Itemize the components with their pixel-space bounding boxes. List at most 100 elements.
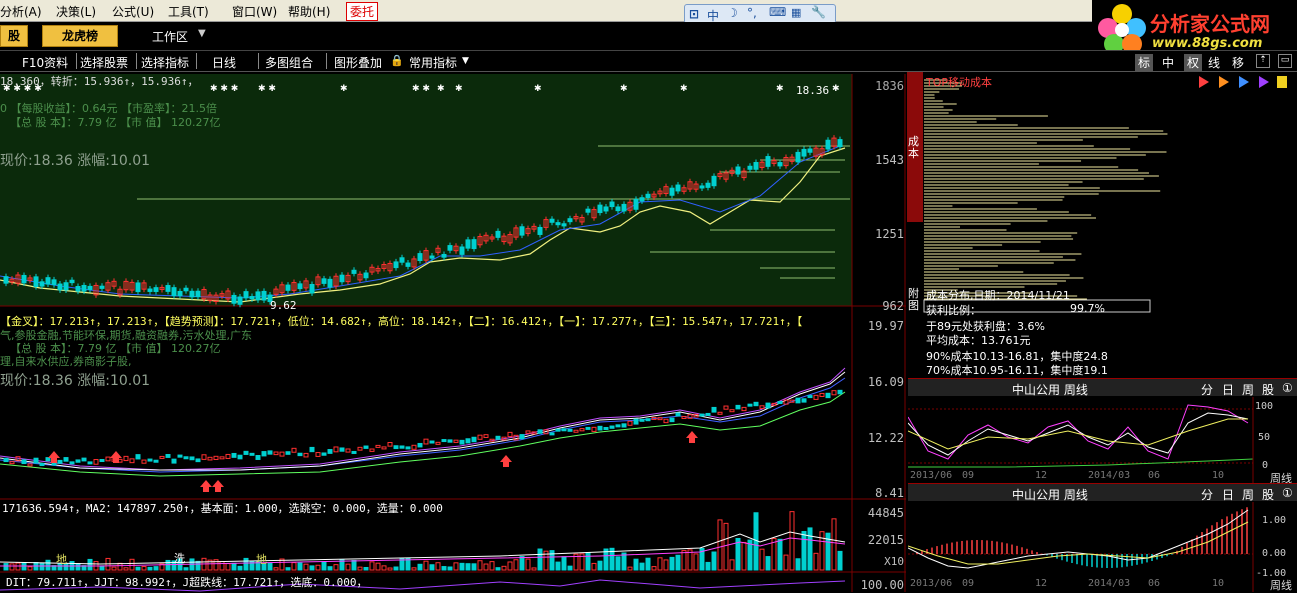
menu-item-help[interactable]: 帮助(H) (288, 3, 330, 20)
svg-text:✱: ✱ (620, 84, 628, 94)
weekly1-x-label-5: 10 (1212, 470, 1225, 481)
punctuation-icon[interactable]: °, (747, 6, 757, 20)
axis-label-8.41: 8.41 (875, 486, 904, 500)
lock-icon[interactable]: 🔒 (390, 54, 404, 67)
weekly2-tab-info[interactable]: ① (1282, 486, 1293, 500)
menu-item-tools[interactable]: 工具(T) (168, 3, 209, 20)
axis-label-1543: 1543 (875, 153, 904, 167)
moon-icon[interactable]: ☽ (727, 6, 738, 20)
profit-ratio-value: 99.7% (1070, 302, 1105, 315)
f10-button[interactable]: F10资料 (22, 54, 68, 71)
menu-item-window[interactable]: 窗口(W) (232, 3, 277, 20)
weekly2-axis-0: 0.00 (1262, 548, 1287, 559)
profit-ratio-label: 获利比例： (926, 304, 981, 317)
weekly2-x-label-5: 10 (1212, 578, 1225, 589)
weekly2-tab-week[interactable]: 周 (1242, 486, 1254, 503)
svg-text:✱: ✱ (776, 84, 784, 94)
weekly1-x-label-0: 2013/06 (910, 470, 953, 481)
indicator-dropdown-icon[interactable]: ▼ (462, 56, 469, 66)
tab-mark[interactable]: 标 (1135, 54, 1154, 71)
svg-text:✱: ✱ (455, 84, 463, 94)
tab-rights[interactable]: 权 (1184, 54, 1203, 71)
stock-button[interactable]: 股 (0, 25, 28, 47)
weekly1-tab-min[interactable]: 分 (1201, 381, 1213, 398)
daily-period-button[interactable]: 日线 (212, 54, 236, 71)
chart-toolbar: F10资料 选择股票 选择指标 日线 多图组合 图形叠加 🔒 常用指标 ▼ 标 … (0, 50, 1297, 72)
menu-item-analysis[interactable]: 分析(A) (0, 3, 42, 20)
select-indicator-button[interactable]: 选择指标 (141, 54, 189, 71)
volume-marker-1: 地 (56, 553, 67, 566)
volume-header: 171636.594↑，MA2：147897.250↑，基本面：1.000，选跳… (2, 502, 443, 515)
cost-side-tab[interactable]: 成本 (908, 136, 922, 160)
axis-label-962: 962 (882, 299, 904, 313)
weekly2-tab-min[interactable]: 分 (1201, 486, 1213, 503)
wrench-icon[interactable]: 🔧 (811, 5, 826, 19)
common-indicator-button[interactable]: 常用指标 (409, 54, 457, 71)
sub1-price-line: 现价:18.36 涨幅:10.01 (0, 373, 151, 389)
weekly2-x-label-3: 2014/03 (1088, 578, 1131, 589)
main-header-line1: 18.360，转折：15.936↑，15.936↑， (0, 75, 199, 88)
svg-text:✱ ✱: ✱ ✱ (412, 84, 430, 94)
attached-chart-tab[interactable]: 附图 (908, 288, 922, 312)
tab-move[interactable]: 移 (1232, 54, 1244, 71)
quick-toolbar: 股 龙虎榜 工作区 ▼ (0, 22, 1090, 50)
weekly1-x-label-4: 06 (1148, 470, 1161, 481)
main-header-line3: 【总 股 本】：7.79 亿 【市 值】 120.27亿 (10, 116, 221, 129)
ime-logo-icon: ⊡ (689, 7, 700, 21)
weekly1-tab-week[interactable]: 周 (1242, 381, 1254, 398)
grid-icon[interactable]: ▦ (791, 6, 801, 19)
cost-date-line: 成本分布,日期：2014/11/21 (926, 289, 1070, 302)
select-stock-button[interactable]: 选择股票 (80, 54, 128, 71)
weekly1-x-label-3: 2014/03 (1088, 470, 1131, 481)
workspace-label[interactable]: 工作区 (152, 28, 188, 45)
weekly1-x-label-2: 12 (1035, 470, 1048, 481)
overlay-button[interactable]: 图形叠加 (334, 54, 382, 71)
axis-label-19.97: 19.97 (867, 319, 904, 333)
weekly2-tab-stock[interactable]: 股 (1262, 486, 1274, 503)
window-icon[interactable]: ▭ (1278, 54, 1292, 68)
axis-label-100: 100.00 (860, 578, 904, 592)
volume-bars (3, 511, 843, 571)
weekly2-corner: 周线 (1270, 579, 1292, 592)
sub1-line4: 理,自来水供应,券商影子股, (0, 355, 132, 368)
main-high-label: 18.36 (796, 84, 830, 97)
svg-text:✱: ✱ (437, 84, 445, 94)
main-price-line: 现价:18.36 涨幅:10.01 (0, 153, 151, 169)
axis-label-16.09: 16.09 (867, 375, 904, 389)
weekly1-tab-day[interactable]: 日 (1222, 381, 1234, 398)
svg-text:✱: ✱ (832, 84, 840, 94)
weekly-panel1-title: 中山公用 周线 (1012, 383, 1088, 397)
weekly1-axis-0: 0 (1262, 460, 1269, 471)
weekly1-x-label-1: 09 (962, 470, 975, 481)
axis-label-1836: 1836 (875, 79, 904, 93)
weekly1-tab-stock[interactable]: 股 (1262, 381, 1274, 398)
weekly2-tab-day[interactable]: 日 (1222, 486, 1234, 503)
weekly1-axis-100: 100 (1255, 401, 1274, 412)
weekly-panel2-title: 中山公用 周线 (1012, 488, 1088, 502)
multi-chart-button[interactable]: 多图组合 (265, 54, 313, 71)
axis-label-x10: X10 (884, 555, 904, 568)
weekly2-x-label-1: 09 (962, 578, 975, 589)
logo-title: 分析家公式网 (1150, 12, 1270, 36)
axis-label-1251: 1251 (875, 227, 904, 241)
upload-icon[interactable]: ⇡ (1256, 54, 1270, 68)
cost-line4: 70%成本10.95-16.11，集中度19.1 (926, 364, 1108, 377)
tab-line[interactable]: 线 (1208, 54, 1220, 71)
indicator-header: DIT：79.711↑，JJT：98.992↑，J超跌线：17.721↑，选底：… (6, 576, 368, 589)
workspace-dropdown-icon[interactable]: ▼ (198, 28, 206, 39)
weekly2-x-label-0: 2013/06 (910, 578, 953, 589)
menu-item-decision[interactable]: 决策(L) (56, 3, 96, 20)
volume-marker-2: 洗 (174, 552, 185, 565)
axis-label-44845: 44845 (867, 506, 904, 520)
svg-text:✱: ✱ (534, 84, 542, 94)
weekly1-tab-info[interactable]: ① (1282, 381, 1293, 395)
longhu-button[interactable]: 龙虎榜 (42, 25, 118, 47)
keyboard-icon[interactable]: ⌨ (769, 5, 786, 19)
sub-candles (3, 389, 843, 467)
volume-marker-3: 地 (256, 553, 267, 566)
entrust-button[interactable]: 委托 (346, 2, 379, 21)
tab-middle[interactable]: 中 (1162, 54, 1174, 71)
menu-item-formula[interactable]: 公式(U) (112, 3, 154, 20)
weekly1-axis-50: 50 (1258, 432, 1271, 443)
ime-toolbar[interactable]: ⊡ 中 ☽ °, ⌨ ▦ 🔧 (684, 4, 836, 24)
